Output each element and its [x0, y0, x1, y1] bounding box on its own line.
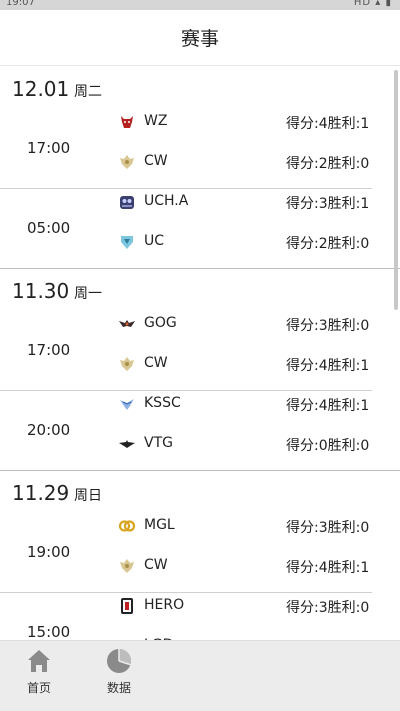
gold-rings-logo [118, 517, 136, 535]
team-score: 得分:4胜利:1 [286, 358, 370, 374]
match-row[interactable]: 15:00HERO得分:3胜利:0LGD得分:4胜利:1 [0, 593, 400, 640]
team-entry: HERO 得分:3胜利:0 [118, 595, 388, 619]
team-name: MGL [144, 517, 175, 533]
date-header: 12.01 周二 [0, 67, 400, 109]
team-entry: CW 得分:2胜利:0 [118, 151, 388, 175]
tab-data-label: 数据 [106, 681, 131, 695]
tab-data[interactable]: 数据 [89, 647, 149, 696]
tab-home[interactable]: 首页 [9, 647, 69, 696]
match-row[interactable]: 17:00 GOG 得分:3胜利:0 CW 得分:4胜利:1 [0, 311, 400, 391]
status-time: 19:07 [6, 0, 35, 8]
home-icon [28, 650, 50, 672]
status-indicators: HD ▴ ▮ [353, 0, 392, 8]
match-row[interactable]: 05:00 UCH.A 得分:3胜利:1 UC 得分:2胜利:0 [0, 189, 400, 269]
team-name: CW [144, 153, 168, 169]
scrollbar[interactable] [394, 70, 398, 310]
weekday-label: 周一 [74, 286, 102, 302]
gold-crest-logo [118, 355, 136, 373]
match-time: 05:00 [27, 219, 71, 237]
header-bar: 赛事 [0, 10, 400, 66]
team-entry: CW 得分:4胜利:1 [118, 353, 388, 377]
date-header: 11.29 周日 [0, 471, 400, 513]
team-score: 得分:4胜利:1 [286, 560, 370, 576]
team-entry: UC 得分:2胜利:0 [118, 231, 388, 255]
team-entry: UCH.A 得分:3胜利:1 [118, 191, 388, 215]
tab-home-label: 首页 [26, 681, 51, 695]
black-wing-logo [118, 435, 136, 453]
team-score: 得分:4胜利:1 [286, 398, 370, 414]
red-devil-logo [118, 113, 136, 131]
weekday-label: 周日 [74, 488, 102, 504]
team-score: 得分:4胜利:1 [286, 116, 370, 132]
team-score: 得分:3胜利:0 [286, 600, 370, 616]
gold-crest-logo [118, 557, 136, 575]
pie-chart-icon [107, 649, 131, 673]
red-white-badge-logo [118, 597, 136, 615]
date-label: 11.29 [12, 481, 70, 505]
team-entry: MGL 得分:3胜利:0 [118, 515, 388, 539]
match-row[interactable]: 17:00 WZ 得分:4胜利:1 CW 得分:2胜利:0 [0, 109, 400, 189]
navy-owl-logo [118, 193, 136, 211]
weekday-label: 周二 [74, 84, 102, 100]
match-time: 17:00 [27, 139, 71, 157]
match-time: 19:00 [27, 543, 71, 561]
team-score: 得分:3胜利:0 [286, 318, 370, 334]
status-bar: 19:07 HD ▴ ▮ [0, 0, 400, 10]
match-row[interactable]: 19:00 MGL 得分:3胜利:0 CW 得分:4胜利:1 [0, 513, 400, 593]
team-name: CW [144, 355, 168, 371]
team-name: HERO [144, 597, 185, 613]
dark-wings-logo [118, 315, 136, 333]
date-label: 12.01 [12, 77, 70, 101]
team-name: UCH.A [144, 193, 189, 209]
team-name: CW [144, 557, 168, 573]
team-score: 得分:3胜利:0 [286, 520, 370, 536]
team-score: 得分:2胜利:0 [286, 156, 370, 172]
match-time: 15:00 [27, 623, 71, 640]
page-title: 赛事 [180, 28, 219, 50]
match-time: 17:00 [27, 341, 71, 359]
team-score: 得分:2胜利:0 [286, 236, 370, 252]
team-entry: KSSC 得分:4胜利:1 [118, 393, 388, 417]
team-name: GOG [144, 315, 177, 331]
team-entry: WZ 得分:4胜利:1 [118, 111, 388, 135]
bottom-tab-bar: 首页 数据 [0, 640, 400, 711]
date-header: 11.30 周一 [0, 269, 400, 311]
gold-crest-logo [118, 153, 136, 171]
date-label: 11.30 [12, 279, 70, 303]
team-name: KSSC [144, 395, 181, 411]
team-score: 得分:3胜利:1 [286, 196, 370, 212]
team-entry: GOG 得分:3胜利:0 [118, 313, 388, 337]
team-name: UC [144, 233, 165, 249]
team-name: VTG [144, 435, 173, 451]
match-time: 20:00 [27, 421, 71, 439]
match-list[interactable]: 12.01 周二 17:00 WZ 得分:4胜利:1 CW 得分:2胜利:0 05:00 UCH… [0, 67, 400, 640]
blue-bird-logo [118, 395, 136, 413]
team-name: WZ [144, 113, 168, 129]
team-entry: VTG 得分:0胜利:0 [118, 433, 388, 457]
team-score: 得分:0胜利:0 [286, 438, 370, 454]
team-entry: CW 得分:4胜利:1 [118, 555, 388, 579]
cyan-shield-logo [118, 233, 136, 251]
match-row[interactable]: 20:00 KSSC 得分:4胜利:1 VTG 得分:0胜利:0 [0, 391, 400, 471]
